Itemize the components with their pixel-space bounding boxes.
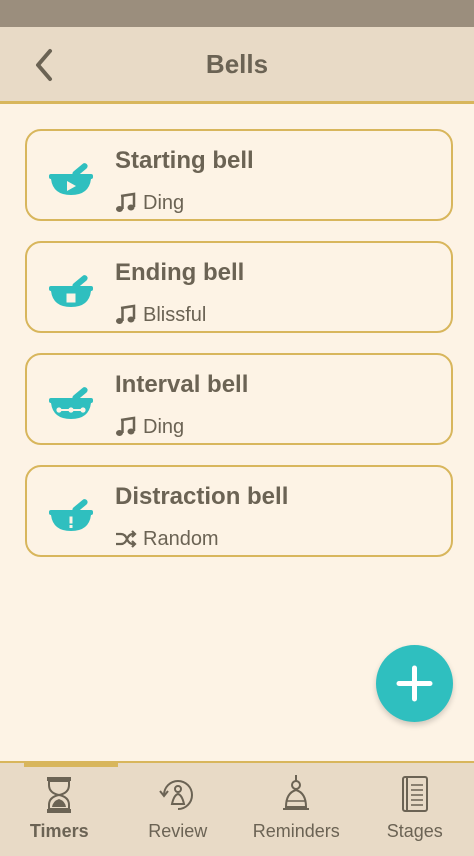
bell-card-distraction[interactable]: Distraction bell Random bbox=[25, 465, 453, 557]
music-note-icon bbox=[115, 192, 137, 214]
bell-list: Starting bell Ding Ending bell bbox=[25, 129, 453, 577]
bell-sound-label: Ding bbox=[143, 416, 184, 439]
bell-reminder-icon bbox=[274, 773, 318, 817]
bell-sound-label: Ding bbox=[143, 192, 184, 215]
nav-label: Timers bbox=[0, 821, 119, 842]
bell-sound: Random bbox=[115, 527, 219, 551]
shuffle-icon bbox=[115, 528, 137, 550]
singing-bowl-stop-icon bbox=[47, 271, 95, 311]
bell-card-ending[interactable]: Ending bell Blissful bbox=[25, 241, 453, 333]
meditation-review-icon bbox=[156, 773, 200, 817]
app-header: Bells bbox=[0, 27, 474, 104]
bell-sound: Ding bbox=[115, 191, 184, 215]
nav-label: Reminders bbox=[237, 821, 356, 842]
stages-book-icon bbox=[393, 773, 437, 817]
hourglass-icon bbox=[37, 773, 81, 817]
music-note-icon bbox=[115, 416, 137, 438]
add-bell-button[interactable] bbox=[376, 645, 453, 722]
bell-name: Distraction bell bbox=[115, 483, 288, 511]
bell-sound-label: Random bbox=[143, 528, 219, 551]
bell-sound: Ding bbox=[115, 415, 184, 439]
singing-bowl-interval-icon bbox=[47, 383, 95, 423]
singing-bowl-exclamation-icon bbox=[47, 495, 95, 535]
bell-sound-label: Blissful bbox=[143, 304, 206, 327]
nav-label: Review bbox=[119, 821, 238, 842]
bell-sound: Blissful bbox=[115, 303, 206, 327]
active-tab-indicator bbox=[24, 763, 118, 767]
nav-reminders[interactable]: Reminders bbox=[237, 763, 356, 856]
music-note-icon bbox=[115, 304, 137, 326]
bottom-nav: Timers Review Reminders Stag bbox=[0, 761, 474, 856]
nav-label: Stages bbox=[356, 821, 474, 842]
bell-name: Starting bell bbox=[115, 147, 254, 175]
status-bar bbox=[0, 0, 474, 27]
bell-card-interval[interactable]: Interval bell Ding bbox=[25, 353, 453, 445]
page-title: Bells bbox=[0, 49, 474, 80]
plus-icon bbox=[376, 645, 453, 722]
singing-bowl-play-icon bbox=[47, 159, 95, 199]
nav-stages[interactable]: Stages bbox=[356, 763, 474, 856]
nav-review[interactable]: Review bbox=[119, 763, 238, 856]
bell-card-starting[interactable]: Starting bell Ding bbox=[25, 129, 453, 221]
nav-timers[interactable]: Timers bbox=[0, 763, 119, 856]
bell-name: Interval bell bbox=[115, 371, 248, 399]
bell-name: Ending bell bbox=[115, 259, 244, 287]
